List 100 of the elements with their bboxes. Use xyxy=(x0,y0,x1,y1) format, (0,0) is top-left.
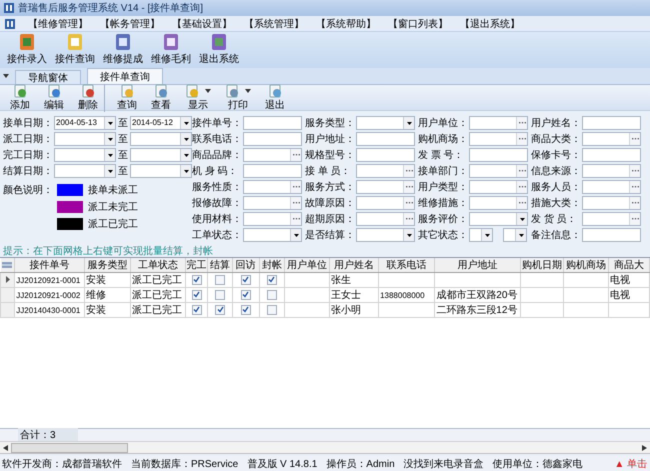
menu-item[interactable]: 【退出系统】 xyxy=(460,16,520,30)
column-header[interactable]: 商品大 xyxy=(608,258,650,272)
checkbox[interactable] xyxy=(266,274,277,285)
date-field[interactable] xyxy=(54,132,116,146)
column-header[interactable]: 用户地址 xyxy=(434,258,521,272)
input-field[interactable] xyxy=(243,148,302,162)
menu-item[interactable]: 【窗口列表】 xyxy=(388,16,448,30)
range-separator: 至 xyxy=(117,149,129,162)
legend-label: 颜色说明： xyxy=(3,184,53,198)
column-header[interactable]: 工单状态 xyxy=(130,258,186,272)
total-count: 合计：3 xyxy=(18,428,78,442)
tab[interactable]: 导航窗体 xyxy=(15,70,81,84)
dropdown-field[interactable] xyxy=(503,228,527,242)
date-field[interactable]: 2014-05-12 xyxy=(130,116,192,130)
input-field[interactable] xyxy=(243,180,302,194)
input-field[interactable] xyxy=(356,164,415,178)
input-field[interactable] xyxy=(582,132,641,146)
toolbar-button[interactable]: 打印 xyxy=(219,84,257,112)
input-field[interactable] xyxy=(582,212,641,226)
column-header[interactable]: 封帐 xyxy=(259,258,285,272)
dropdown-arrow-icon xyxy=(294,234,298,236)
input-field[interactable] xyxy=(582,180,641,194)
input-field[interactable] xyxy=(469,116,528,130)
field-label: 用户姓名： xyxy=(531,116,581,130)
column-header[interactable]: 结算 xyxy=(208,258,232,272)
scroll-right-icon[interactable] xyxy=(642,444,647,450)
input-field[interactable] xyxy=(469,180,528,194)
caret-icon[interactable] xyxy=(3,73,9,79)
column-header[interactable]: 回访 xyxy=(232,258,260,272)
toolbar-button[interactable]: 删除 xyxy=(72,84,105,112)
input-field[interactable] xyxy=(243,164,302,178)
checkbox[interactable] xyxy=(215,274,226,285)
column-header[interactable]: 联系电话 xyxy=(378,258,435,272)
input-field[interactable] xyxy=(582,116,641,130)
dropdown-field[interactable] xyxy=(469,228,493,242)
toolbar-button[interactable]: 维修毛利 xyxy=(150,33,192,66)
input-field[interactable] xyxy=(469,196,528,210)
menu-item[interactable]: 【系统管理】 xyxy=(244,16,304,30)
dropdown-field[interactable] xyxy=(356,228,415,242)
toolbar-button[interactable]: 接件查询 xyxy=(54,33,96,66)
column-header[interactable]: 用户单位 xyxy=(284,258,330,272)
toolbar-button[interactable]: 显示 xyxy=(179,84,217,112)
checkbox[interactable] xyxy=(192,290,202,300)
table-cell: 王女士 xyxy=(331,290,362,301)
date-field[interactable] xyxy=(130,148,192,162)
input-field[interactable] xyxy=(356,180,415,194)
input-field[interactable] xyxy=(356,196,415,210)
scroll-left-icon[interactable] xyxy=(3,444,8,450)
toolbar-button[interactable]: 查看 xyxy=(145,84,177,112)
input-field[interactable] xyxy=(582,148,641,162)
input-field[interactable] xyxy=(356,212,415,226)
column-header[interactable]: 用户姓名 xyxy=(330,258,379,272)
menu-item[interactable]: 【维修管理】 xyxy=(28,16,88,30)
menu-item[interactable]: 【系统帮助】 xyxy=(316,16,376,30)
date-field[interactable]: 2004-05-13 xyxy=(54,116,116,130)
date-field[interactable] xyxy=(54,148,116,162)
toolbar-button[interactable]: 维修提成 xyxy=(102,33,144,66)
checkbox[interactable] xyxy=(240,304,251,315)
input-field[interactable] xyxy=(582,196,641,210)
input-field[interactable] xyxy=(469,164,528,178)
toolbar-button[interactable]: 编辑 xyxy=(38,84,70,112)
input-field[interactable] xyxy=(469,148,528,162)
dropdown-field[interactable] xyxy=(356,116,415,130)
checkbox[interactable] xyxy=(215,290,226,300)
column-header[interactable]: 接件单号 xyxy=(14,258,84,272)
input-field[interactable] xyxy=(469,132,528,146)
input-field[interactable] xyxy=(243,116,302,130)
checkbox[interactable] xyxy=(266,290,277,300)
menu-item[interactable]: 【基础设置】 xyxy=(172,16,232,30)
input-field[interactable] xyxy=(582,228,641,242)
tab[interactable]: 接件单查询 xyxy=(87,68,163,84)
toolbar-button[interactable]: 添加 xyxy=(4,84,36,112)
checkbox[interactable] xyxy=(192,274,202,285)
toolbar-button[interactable]: 退出系统 xyxy=(198,33,240,66)
checkbox[interactable] xyxy=(192,304,202,315)
checkbox[interactable] xyxy=(215,304,226,315)
column-header[interactable]: 完工 xyxy=(185,258,208,272)
checkbox[interactable] xyxy=(240,274,251,285)
input-field[interactable] xyxy=(356,148,415,162)
input-field[interactable] xyxy=(582,164,641,178)
checkbox[interactable] xyxy=(240,290,251,300)
column-header[interactable]: 购机商场 xyxy=(564,258,609,272)
column-header[interactable]: 购机日期 xyxy=(520,258,564,272)
toolbar-button[interactable]: 接件录入 xyxy=(6,33,48,66)
menu-item[interactable]: 【帐务管理】 xyxy=(100,16,160,30)
date-field[interactable] xyxy=(130,132,192,146)
horizontal-scrollbar[interactable] xyxy=(0,441,650,454)
status-link[interactable]: ▲ 单击 xyxy=(614,456,650,470)
date-field[interactable] xyxy=(54,164,116,178)
column-header[interactable]: 服务类型 xyxy=(84,258,130,272)
input-field[interactable] xyxy=(243,212,302,226)
dropdown-field[interactable] xyxy=(243,228,302,242)
dropdown-field[interactable] xyxy=(469,212,528,226)
toolbar-button[interactable]: 退出 xyxy=(259,84,291,112)
date-field[interactable] xyxy=(130,164,192,178)
input-field[interactable] xyxy=(356,132,415,146)
checkbox[interactable] xyxy=(266,304,277,315)
input-field[interactable] xyxy=(243,196,302,210)
toolbar-button[interactable]: 查询 xyxy=(111,84,143,112)
input-field[interactable] xyxy=(243,132,302,146)
